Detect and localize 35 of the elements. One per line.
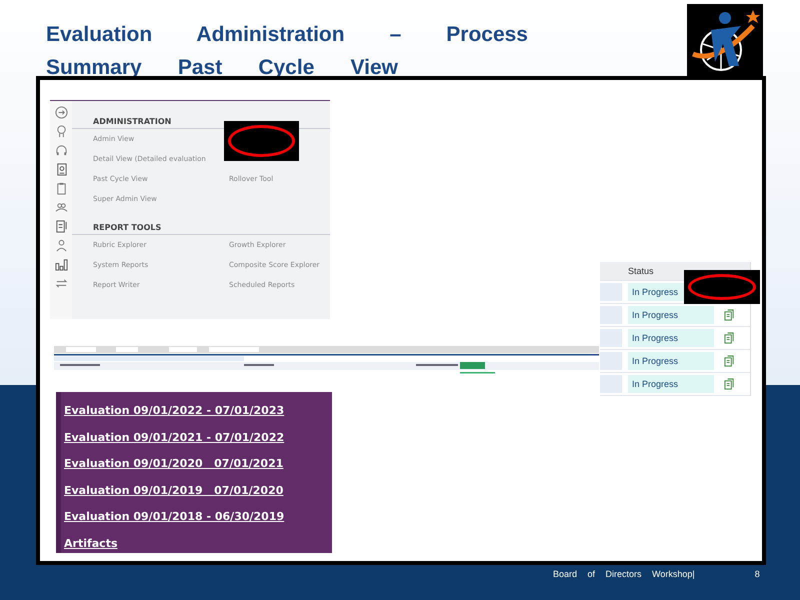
- evaluation-link[interactable]: Evaluation 09/01/2021 - 07/01/2022: [64, 424, 284, 451]
- table-cell: [600, 352, 622, 370]
- bar-chart-icon: [54, 258, 68, 271]
- table-cell: [600, 375, 622, 393]
- copy-icon[interactable]: [724, 378, 735, 390]
- copy-icon[interactable]: [724, 354, 735, 368]
- column-header: Status: [628, 266, 655, 276]
- contact-book-icon: [54, 163, 68, 176]
- copy-icon[interactable]: [724, 308, 735, 322]
- table-cell: [600, 306, 622, 324]
- document-icon: [54, 220, 68, 233]
- clipboard-icon: [54, 182, 68, 195]
- status-cell: In Progress: [628, 375, 714, 393]
- people-icon: [54, 201, 68, 214]
- headset-icon: [54, 144, 68, 157]
- copy-icon[interactable]: [724, 332, 735, 344]
- evaluation-link[interactable]: Artifacts: [64, 530, 118, 557]
- status-cell: In Progress: [628, 329, 714, 347]
- arrow-circle-icon: [54, 106, 68, 119]
- section-heading: REPORT TOOLS: [72, 223, 330, 235]
- evaluation-link[interactable]: Evaluation 09/01/2020 07/01/2021: [64, 451, 284, 478]
- table-cell: [600, 283, 622, 301]
- footer-text: Board of Directors Workshop|: [553, 569, 695, 579]
- ribbon-icon: [54, 125, 68, 138]
- slide-title: Evaluation Administration – Process: [46, 22, 528, 48]
- person-icon: [54, 239, 68, 252]
- evaluation-link[interactable]: Evaluation 09/01/2019 07/01/2020: [64, 478, 284, 504]
- evaluation-link[interactable]: Evaluation 09/01/2022 - 07/01/2023: [64, 398, 284, 424]
- swap-icon: [54, 277, 68, 290]
- page-number: 8: [754, 569, 760, 579]
- table-cell: [600, 329, 622, 347]
- slide-title: Summary Past Cycle View: [46, 55, 398, 81]
- evaluation-link[interactable]: Evaluation 09/01/2018 - 06/30/2019: [64, 504, 284, 530]
- status-cell: In Progress: [628, 352, 714, 370]
- status-cell: In Progress: [628, 306, 714, 324]
